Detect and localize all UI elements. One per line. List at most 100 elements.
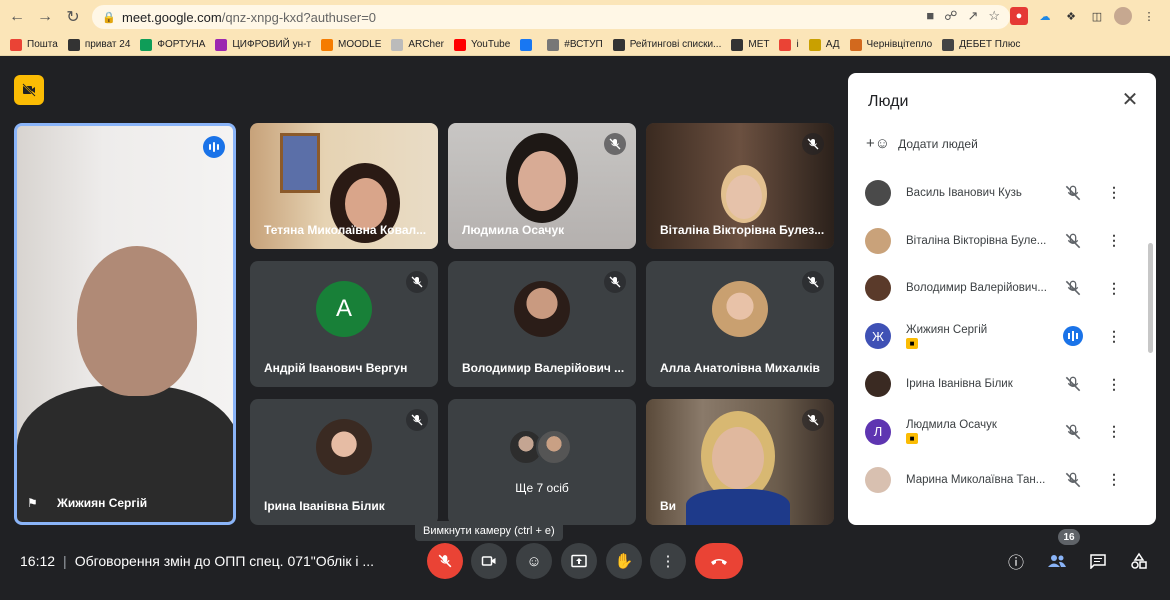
bookmark-item[interactable]: YouTube [453, 38, 510, 51]
avatar [865, 179, 891, 206]
participant-tile[interactable]: Ірина Іванівна Білик [250, 399, 438, 525]
bookmark-item[interactable]: #ВСТУП [547, 38, 603, 51]
address-bar[interactable]: 🔒 meet.google.com/qnz-xnpg-kxd?authuser=… [92, 5, 1010, 29]
bookmark-favicon-icon [808, 38, 821, 51]
participant-name: Володимир Валерійович... [906, 282, 1047, 295]
participant-row[interactable]: Василь Іванович Кузь ⋮ [848, 169, 1148, 217]
more-vert-icon[interactable]: ⋮ [1106, 231, 1122, 251]
avatar: Л [865, 418, 891, 445]
translate-icon[interactable]: ☍ [944, 8, 957, 24]
host-badge-icon: ■ [906, 433, 918, 445]
bookmarks-bar: Пошта приват 24 ФОРТУНА ЦИФРОВИЙ ун-т MOODLE… [0, 34, 1170, 56]
bookmark-item[interactable]: приват 24 [67, 38, 130, 51]
self-tile[interactable]: Ви [646, 399, 834, 525]
avatar [865, 227, 891, 254]
bookmark-favicon-icon [612, 38, 625, 51]
pin-icon[interactable]: ⚑ [27, 496, 38, 510]
tile-name: Віталіна Вікторівна Булез... [660, 223, 825, 237]
extension-red-icon[interactable]: ● [1010, 7, 1028, 25]
reload-icon[interactable]: ↻ [62, 6, 84, 28]
bookmark-star-icon[interactable]: ☆ [988, 8, 1000, 24]
participant-tile[interactable]: Тетяна Миколаївна Ковал... [250, 123, 438, 249]
forward-icon[interactable]: → [34, 6, 56, 28]
mic-off-icon [802, 133, 824, 155]
participant-row[interactable]: Володимир Валерійович... ⋮ [848, 265, 1148, 313]
meeting-details-button[interactable]: ⓘ [1002, 547, 1030, 575]
bookmark-item[interactable]: MOODLE [321, 38, 381, 51]
tile-name: Людмила Осачук [462, 223, 565, 237]
participant-tile[interactable]: Віталіна Вікторівна Булез... [646, 123, 834, 249]
browser-menu-icon[interactable]: ⋮ [1140, 7, 1158, 25]
leave-call-button[interactable] [695, 543, 743, 579]
present-screen-button[interactable] [561, 543, 597, 579]
participant-name: Василь Іванович Кузь [906, 186, 1022, 199]
mic-off-icon [1063, 470, 1083, 490]
camera-off-indicator-icon[interactable] [14, 75, 44, 105]
bookmark-item[interactable]: ARCher [391, 38, 444, 51]
bookmark-item[interactable]: ДЕБЕТ Плюс [942, 38, 1020, 51]
bookmark-item[interactable]: MET [731, 38, 769, 51]
participant-row[interactable]: Л Людмила Осачук ■ ⋮ [848, 408, 1148, 456]
people-button[interactable] [1043, 547, 1071, 575]
back-icon[interactable]: ← [6, 6, 28, 28]
more-vert-icon[interactable]: ⋮ [1106, 374, 1122, 394]
more-vert-icon[interactable]: ⋮ [1106, 422, 1122, 442]
participant-row[interactable]: Марина Миколаївна Тан... ⋮ [848, 456, 1148, 504]
bookmark-item[interactable]: Рейтингові списки... [612, 38, 721, 51]
camera-toggle-button[interactable] [471, 543, 507, 579]
bookmark-item[interactable] [520, 38, 537, 51]
speaker-tile[interactable]: ⚑ Жижиян Сергій [14, 123, 236, 525]
tile-name: Жижиян Сергій [57, 496, 148, 510]
avatar [865, 371, 891, 398]
participant-tile[interactable]: Володимир Валерійович ... [448, 261, 636, 387]
camera-in-use-icon[interactable]: ■ [926, 8, 934, 24]
tile-name: Ірина Іванівна Білик [264, 499, 385, 513]
close-icon[interactable]: ✕ [1118, 87, 1142, 111]
extensions-puzzle-icon[interactable]: ❖ [1062, 7, 1080, 25]
speaking-indicator-icon [1063, 326, 1083, 347]
raise-hand-button[interactable]: ✋ [606, 543, 642, 579]
more-vert-icon[interactable]: ⋮ [1106, 278, 1122, 298]
avatar [536, 429, 572, 465]
participant-tile[interactable]: A Андрій Іванович Вергун [250, 261, 438, 387]
mic-off-icon [1063, 231, 1083, 251]
extension-cloud-icon[interactable]: ☁ [1036, 7, 1054, 25]
bookmark-item[interactable]: Чернівцітепло [849, 38, 932, 51]
mic-off-icon [1063, 183, 1083, 203]
camera-tooltip: Вимкнути камеру (ctrl + e) [415, 521, 563, 541]
more-participants-tile[interactable]: Ще 7 осіб [448, 399, 636, 525]
mic-off-icon [802, 271, 824, 293]
participant-name: Жижиян Сергій [906, 323, 988, 336]
more-options-button[interactable]: ⋮ [650, 543, 686, 579]
activities-button[interactable] [1125, 547, 1153, 575]
microphone-toggle-button[interactable] [427, 543, 463, 579]
participant-tile[interactable]: Алла Анатолівна Михалків [646, 261, 834, 387]
add-people-button[interactable]: +☺ Додати людей [866, 135, 978, 152]
bookmark-item[interactable]: ФОРТУНА [140, 38, 205, 51]
participant-row[interactable]: Віталіна Вікторівна Буле... ⋮ [848, 217, 1148, 265]
bookmark-favicon-icon [321, 38, 334, 51]
participant-tile[interactable]: Людмила Осачук [448, 123, 636, 249]
share-icon[interactable]: ↗ [967, 8, 978, 24]
bookmark-item[interactable]: ЦИФРОВИЙ ун-т [215, 38, 311, 51]
browser-toolbar: ← → ↻ ⌂ 🔒 meet.google.com/qnz-xnpg-kxd?a… [0, 0, 1170, 34]
avatar [865, 466, 891, 493]
panel-scrollbar[interactable] [1148, 243, 1153, 353]
participant-row[interactable]: Ірина Іванівна Білик ⋮ [848, 360, 1148, 408]
participant-row[interactable]: Ж Жижиян Сергій ■ ⋮ [848, 312, 1148, 360]
people-panel: Люди ✕ +☺ Додати людей Василь Іванович К… [848, 73, 1156, 525]
bookmark-item[interactable]: АД [808, 38, 840, 51]
emoji-reaction-button[interactable]: ☺ [516, 543, 552, 579]
tile-name: Тетяна Миколаївна Ковал... [264, 223, 427, 237]
chat-button[interactable] [1084, 547, 1112, 575]
bookmark-item[interactable]: Пошта [10, 38, 58, 51]
more-vert-icon[interactable]: ⋮ [1106, 183, 1122, 203]
more-vert-icon[interactable]: ⋮ [1106, 326, 1122, 346]
more-vert-icon[interactable]: ⋮ [1106, 470, 1122, 490]
bookmark-item[interactable]: і [779, 38, 799, 51]
avatar [514, 280, 570, 337]
profile-avatar[interactable] [1114, 7, 1132, 25]
avatar [316, 418, 372, 475]
sidepanel-icon[interactable]: ◫ [1088, 7, 1106, 25]
more-participants-label: Ще 7 осіб [515, 481, 569, 495]
